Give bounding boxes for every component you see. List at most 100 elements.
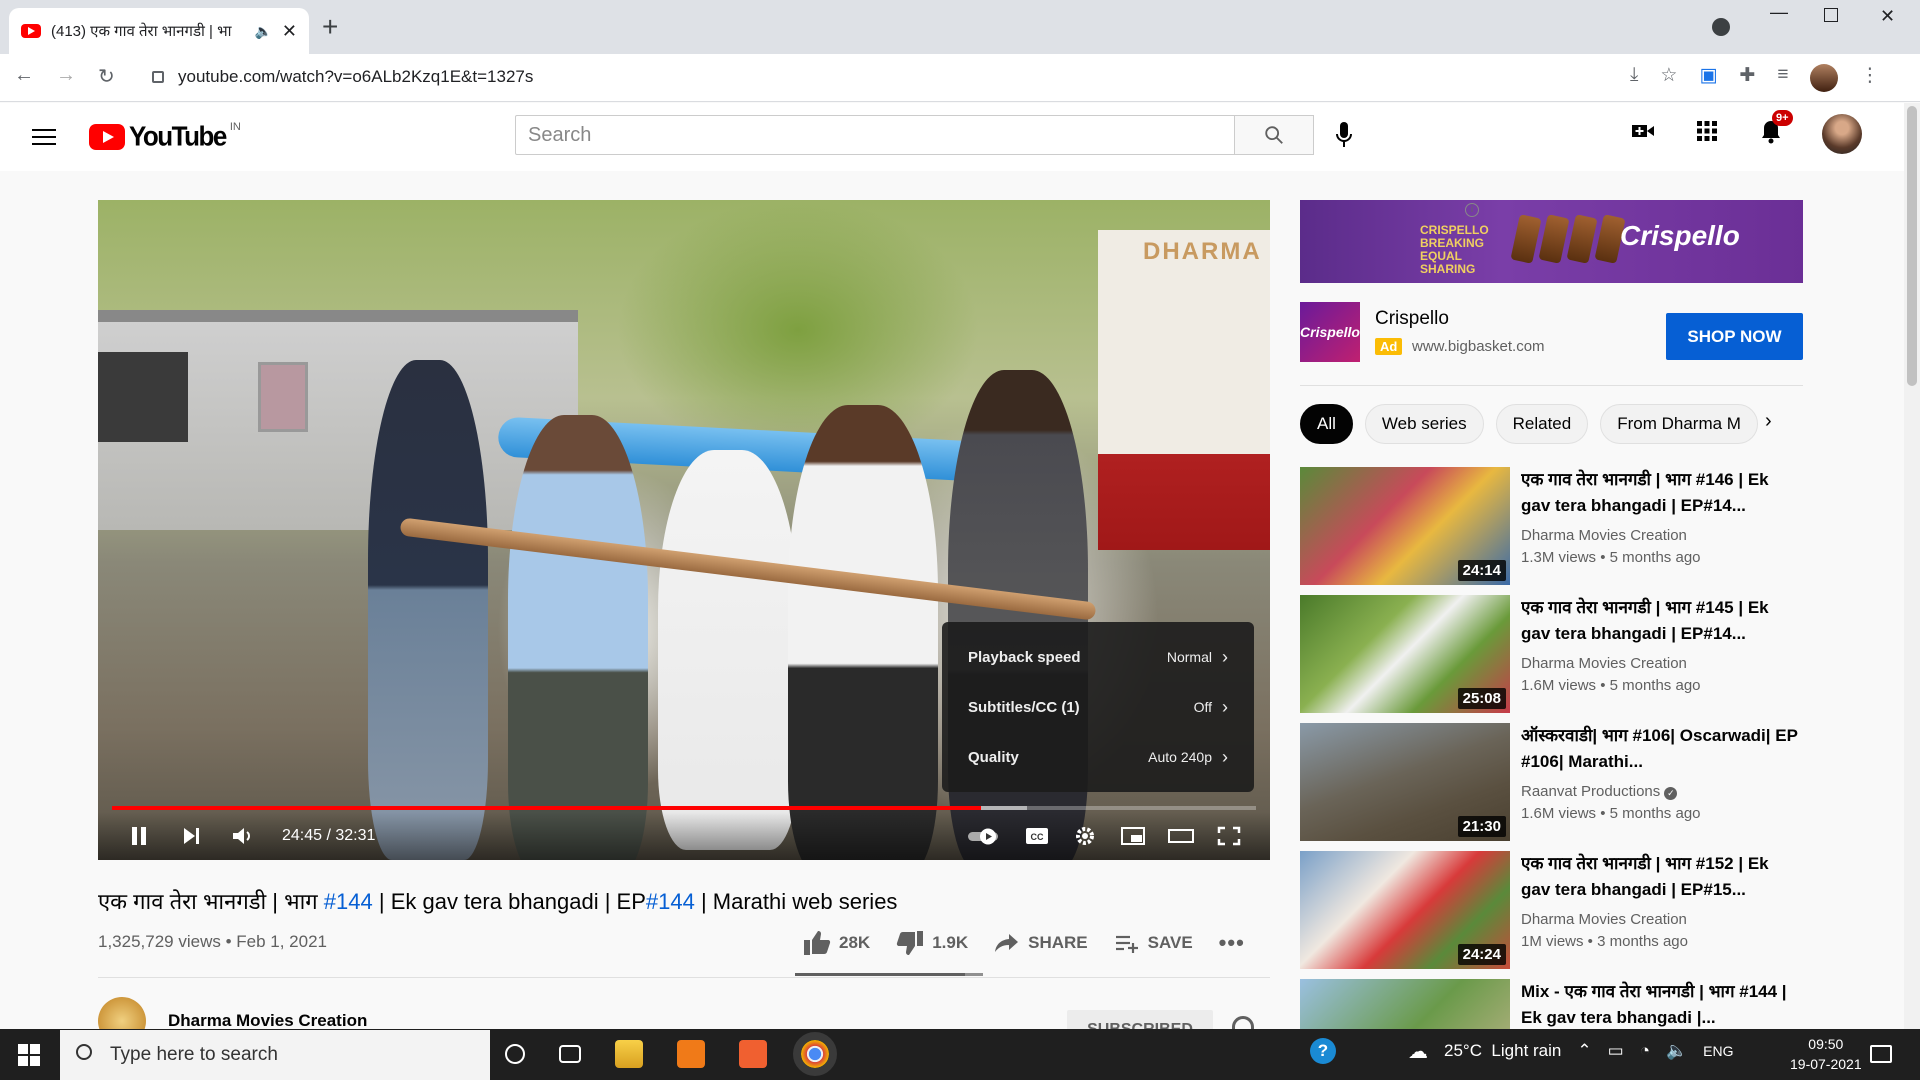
dislike-button[interactable]: 1.9K bbox=[896, 930, 968, 956]
shop-now-button[interactable]: SHOP NOW bbox=[1666, 313, 1803, 360]
search-input[interactable]: Search bbox=[515, 115, 1235, 155]
video-thumbnail[interactable]: 25:08 bbox=[1300, 595, 1510, 713]
related-title[interactable]: ऑस्करवाडी| भाग #106| Oscarwadi| EP #106|… bbox=[1521, 723, 1801, 775]
related-title[interactable]: एक गाव तेरा भानगडी | भाग #152 | Ek gav t… bbox=[1521, 851, 1801, 903]
share-button[interactable]: SHARE bbox=[994, 932, 1088, 954]
save-button[interactable]: SAVE bbox=[1114, 932, 1193, 954]
media-controls-icon[interactable]: ≡ bbox=[1777, 64, 1788, 92]
related-video-mix[interactable]: Mix - एक गाव तेरा भानगडी | भाग #144 | Ek… bbox=[1300, 979, 1803, 1029]
weather-cloud-icon[interactable]: ☁ bbox=[1408, 1039, 1428, 1064]
related-channel[interactable]: Dharma Movies Creation bbox=[1521, 911, 1687, 928]
video-thumbnail[interactable] bbox=[1300, 979, 1510, 1029]
miniplayer-icon[interactable] bbox=[1120, 825, 1146, 847]
user-avatar[interactable] bbox=[1822, 114, 1862, 154]
kebab-menu-icon[interactable]: ⋮ bbox=[1860, 64, 1879, 92]
apps-grid-icon[interactable] bbox=[1694, 118, 1720, 144]
task-view-icon[interactable] bbox=[559, 1045, 581, 1063]
youtube-logo[interactable]: YouTube IN bbox=[89, 120, 241, 152]
browser-tab[interactable]: (413) एक गाव तेरा भानगडी | भा 🔈 ✕ bbox=[9, 8, 309, 54]
progress-bar[interactable] bbox=[112, 806, 1256, 810]
install-icon[interactable]: ⤓ bbox=[1630, 64, 1638, 92]
channel-name[interactable]: Dharma Movies Creation bbox=[168, 1011, 367, 1031]
taskbar-clock[interactable]: 09:50 19-07-2021 bbox=[1790, 1034, 1862, 1074]
microphone-icon[interactable] bbox=[1334, 120, 1354, 150]
puzzle-extensions-icon[interactable]: ✚ bbox=[1739, 64, 1755, 92]
theater-mode-icon[interactable] bbox=[1168, 825, 1194, 847]
minimize-icon[interactable]: — bbox=[1770, 2, 1788, 23]
related-title[interactable]: Mix - एक गाव तेरा भानगडी | भाग #144 | Ek… bbox=[1521, 979, 1801, 1029]
close-tab-icon[interactable]: ✕ bbox=[282, 21, 297, 42]
chip-web-series[interactable]: Web series bbox=[1364, 404, 1484, 444]
next-icon[interactable] bbox=[178, 825, 204, 847]
tab-search-icon[interactable] bbox=[1712, 18, 1730, 36]
back-icon[interactable]: ← bbox=[14, 64, 34, 89]
reload-icon[interactable]: ↻ bbox=[98, 64, 115, 89]
search-button[interactable] bbox=[1234, 115, 1314, 155]
more-actions-icon[interactable]: ••• bbox=[1219, 930, 1245, 956]
setting-quality[interactable]: Quality Auto 240p › bbox=[942, 732, 1254, 782]
hamburger-menu-icon[interactable] bbox=[32, 124, 56, 150]
windows-start-icon[interactable] bbox=[18, 1044, 40, 1066]
related-channel[interactable]: Dharma Movies Creation bbox=[1521, 655, 1687, 672]
help-icon[interactable]: ? bbox=[1310, 1038, 1336, 1064]
profile-avatar-icon[interactable] bbox=[1810, 64, 1839, 92]
related-channel[interactable]: Raanvat Productions ✓ bbox=[1521, 783, 1678, 800]
maximize-icon[interactable] bbox=[1824, 8, 1838, 22]
chevron-right-icon[interactable]: › bbox=[1765, 410, 1772, 433]
captions-icon[interactable]: CC bbox=[1024, 825, 1050, 847]
autoplay-toggle-icon[interactable] bbox=[966, 825, 1002, 847]
cortana-icon[interactable] bbox=[505, 1044, 525, 1064]
lock-icon[interactable] bbox=[152, 71, 164, 83]
bookmark-star-icon[interactable]: ☆ bbox=[1660, 64, 1677, 92]
battery-icon[interactable]: ▭ bbox=[1608, 1041, 1624, 1061]
ad-banner[interactable]: CRISPELLO BREAKING EQUAL SHARING Crispel… bbox=[1300, 200, 1803, 283]
create-video-icon[interactable] bbox=[1630, 118, 1656, 144]
video-thumbnail[interactable]: 24:14 bbox=[1300, 467, 1510, 585]
related-title[interactable]: एक गाव तेरा भानगडी | भाग #145 | Ek gav t… bbox=[1521, 595, 1801, 647]
chip-all[interactable]: All bbox=[1300, 404, 1353, 444]
ad-name[interactable]: Crispello bbox=[1375, 308, 1449, 330]
speaker-icon[interactable]: 🔈 bbox=[1666, 1041, 1687, 1061]
chrome-icon[interactable] bbox=[793, 1032, 837, 1076]
action-center-icon[interactable] bbox=[1870, 1045, 1892, 1063]
chip-from-channel[interactable]: From Dharma M bbox=[1600, 404, 1759, 444]
related-channel[interactable]: Dharma Movies Creation bbox=[1521, 527, 1687, 544]
file-explorer-icon[interactable] bbox=[615, 1040, 643, 1068]
forward-icon[interactable]: → bbox=[56, 64, 76, 89]
related-title[interactable]: एक गाव तेरा भानगडी | भाग #146 | Ek gav t… bbox=[1521, 467, 1801, 519]
close-window-icon[interactable]: ✕ bbox=[1880, 6, 1895, 27]
sublime-text-icon[interactable] bbox=[677, 1040, 705, 1068]
new-tab-button[interactable]: + bbox=[322, 13, 338, 41]
notifications-bell-icon[interactable]: 9+ bbox=[1758, 110, 1793, 144]
hashtag-link[interactable]: #144 bbox=[324, 889, 373, 914]
language-indicator[interactable]: ENG bbox=[1703, 1043, 1733, 1059]
video-thumbnail[interactable]: 21:30 bbox=[1300, 723, 1510, 841]
like-button[interactable]: 28K bbox=[803, 930, 870, 956]
chip-related[interactable]: Related bbox=[1495, 404, 1589, 444]
xampp-icon[interactable] bbox=[739, 1040, 767, 1068]
related-video[interactable]: 24:24 एक गाव तेरा भानगडी | भाग #152 | Ek… bbox=[1300, 851, 1803, 971]
taskbar-search-input[interactable]: Type here to search bbox=[60, 1030, 490, 1080]
hashtag-link[interactable]: #144 bbox=[646, 889, 695, 914]
scrollbar-thumb[interactable] bbox=[1907, 106, 1917, 386]
url-text[interactable]: youtube.com/watch?v=o6ALb2Kzq1E&t=1327s bbox=[178, 67, 533, 87]
ad-logo[interactable]: Crispello bbox=[1300, 302, 1360, 362]
wifi-icon[interactable]: ◔ bbox=[1640, 1041, 1650, 1061]
omnibox[interactable]: youtube.com/watch?v=o6ALb2Kzq1E&t=1327s bbox=[138, 59, 1738, 95]
video-thumbnail[interactable]: 24:24 bbox=[1300, 851, 1510, 969]
related-video[interactable]: 21:30 ऑस्करवाडी| भाग #106| Oscarwadi| EP… bbox=[1300, 723, 1803, 843]
related-video[interactable]: 24:14 एक गाव तेरा भानगडी | भाग #146 | Ek… bbox=[1300, 467, 1803, 587]
extension-icon[interactable]: ▣ bbox=[1699, 64, 1717, 92]
fullscreen-icon[interactable] bbox=[1216, 825, 1242, 847]
channel-name[interactable]: Raanvat Productions bbox=[1521, 783, 1660, 800]
speaker-icon[interactable]: 🔈 bbox=[254, 23, 271, 40]
setting-subtitles[interactable]: Subtitles/CC (1) Off › bbox=[942, 682, 1254, 732]
settings-gear-icon[interactable] bbox=[1072, 825, 1098, 847]
volume-icon[interactable] bbox=[230, 825, 256, 847]
weather-text[interactable]: 25°C Light rain bbox=[1444, 1041, 1561, 1061]
ad-info-icon[interactable]: i bbox=[1465, 203, 1479, 217]
setting-playback-speed[interactable]: Playback speed Normal › bbox=[942, 632, 1254, 682]
pause-icon[interactable] bbox=[126, 825, 152, 847]
chevron-up-icon[interactable]: ⌃ bbox=[1577, 1041, 1591, 1061]
related-video[interactable]: 25:08 एक गाव तेरा भानगडी | भाग #145 | Ek… bbox=[1300, 595, 1803, 715]
